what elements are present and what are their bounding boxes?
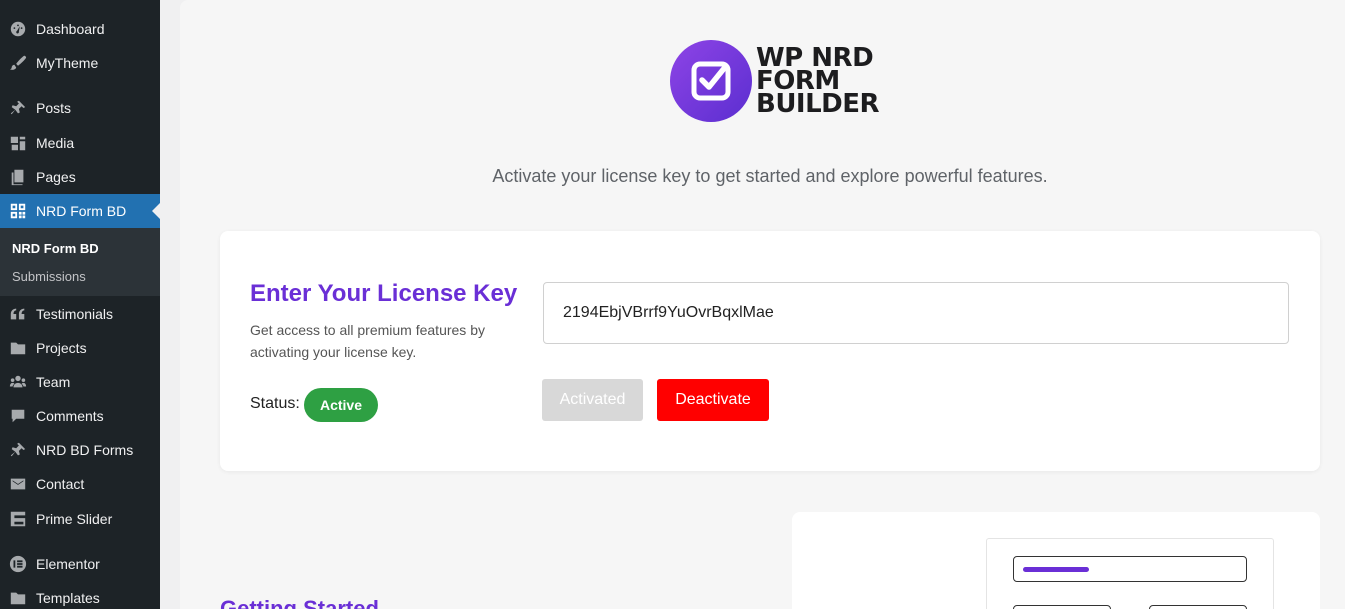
slider-icon (8, 509, 28, 529)
sidebar-item-label: Pages (36, 169, 76, 185)
admin-sidebar: Dashboard MyTheme Posts Media Pages NRD … (0, 0, 160, 609)
license-title: Enter Your License Key (250, 280, 518, 307)
sidebar-item-label: Team (36, 374, 71, 390)
elementor-icon (8, 554, 28, 574)
sidebar-item-label: Comments (36, 408, 104, 424)
pages-icon (8, 167, 28, 187)
sidebar-item-label: MyTheme (36, 55, 99, 71)
sidebar-item-contact[interactable]: Contact (0, 467, 160, 501)
sidebar-item-posts[interactable]: Posts (0, 91, 160, 125)
form-preview-illustration (986, 538, 1274, 609)
license-key-input[interactable] (543, 282, 1289, 344)
license-description: Get access to all premium features by ac… (250, 322, 485, 360)
submenu-item-submissions[interactable]: Submissions (12, 269, 86, 284)
main-content: WP NRD FORM BUILDER Activate your licens… (180, 0, 1345, 609)
logo-wordmark: WP NRD FORM BUILDER (756, 42, 880, 119)
activated-button: Activated (542, 379, 643, 421)
status-badge: Active (304, 388, 378, 422)
submenu-item-nrd-form-bd[interactable]: NRD Form BD (12, 241, 99, 256)
sidebar-item-comments[interactable]: Comments (0, 399, 160, 433)
folder-icon (8, 588, 28, 608)
sidebar-item-pages[interactable]: Pages (0, 160, 160, 194)
sidebar-item-nrd-form-bd[interactable]: NRD Form BD (0, 194, 160, 228)
sidebar-item-label: Projects (36, 340, 87, 356)
deactivate-button[interactable]: Deactivate (657, 379, 769, 421)
pin-icon (8, 98, 28, 118)
status-label: Status: (250, 395, 300, 412)
sidebar-item-label: Media (36, 135, 75, 151)
license-card: Enter Your License Key Get access to all… (220, 231, 1320, 471)
preview-field (1013, 556, 1247, 582)
sidebar-item-label: NRD BD Forms (36, 442, 134, 458)
sidebar-item-label: Contact (36, 476, 85, 492)
comment-icon (8, 406, 28, 426)
folder-icon (8, 338, 28, 358)
media-icon (8, 133, 28, 153)
sidebar-item-label: Prime Slider (36, 511, 113, 527)
sidebar-item-media[interactable]: Media (0, 126, 160, 160)
page-subtitle: Activate your license key to get started… (492, 166, 1048, 186)
sidebar-item-testimonials[interactable]: Testimonials (0, 297, 160, 331)
dashboard-icon (8, 19, 28, 39)
preview-field (1149, 605, 1247, 609)
sidebar-item-mytheme[interactable]: MyTheme (0, 46, 160, 80)
sidebar-submenu: NRD Form BD Submissions (0, 228, 160, 296)
sidebar-item-templates[interactable]: Templates (0, 581, 160, 609)
form-preview-card (792, 512, 1320, 609)
mail-icon (8, 474, 28, 494)
sidebar-item-prime-slider[interactable]: Prime Slider (0, 502, 160, 536)
checkbox-logo-icon (670, 40, 752, 122)
preview-field (1013, 605, 1111, 609)
sidebar-item-label: Templates (36, 590, 100, 606)
sidebar-item-nrd-bd-forms[interactable]: NRD BD Forms (0, 433, 160, 467)
brush-icon (8, 53, 28, 73)
team-icon (8, 372, 28, 392)
sidebar-item-dashboard[interactable]: Dashboard (0, 12, 160, 46)
sidebar-item-label: Elementor (36, 556, 100, 572)
sidebar-item-label: NRD Form BD (36, 203, 127, 219)
quote-icon (8, 304, 28, 324)
sidebar-item-label: Posts (36, 100, 72, 116)
brand-logo: WP NRD FORM BUILDER (670, 40, 880, 122)
getting-started-title: Getting Started (220, 596, 379, 609)
preview-field-bar (1023, 567, 1089, 572)
sidebar-item-team[interactable]: Team (0, 365, 160, 399)
grid-icon (8, 201, 28, 221)
sidebar-item-projects[interactable]: Projects (0, 331, 160, 365)
pin-icon (8, 440, 28, 460)
sidebar-item-label: Dashboard (36, 21, 105, 37)
sidebar-item-label: Testimonials (36, 306, 114, 322)
sidebar-item-elementor[interactable]: Elementor (0, 547, 160, 581)
